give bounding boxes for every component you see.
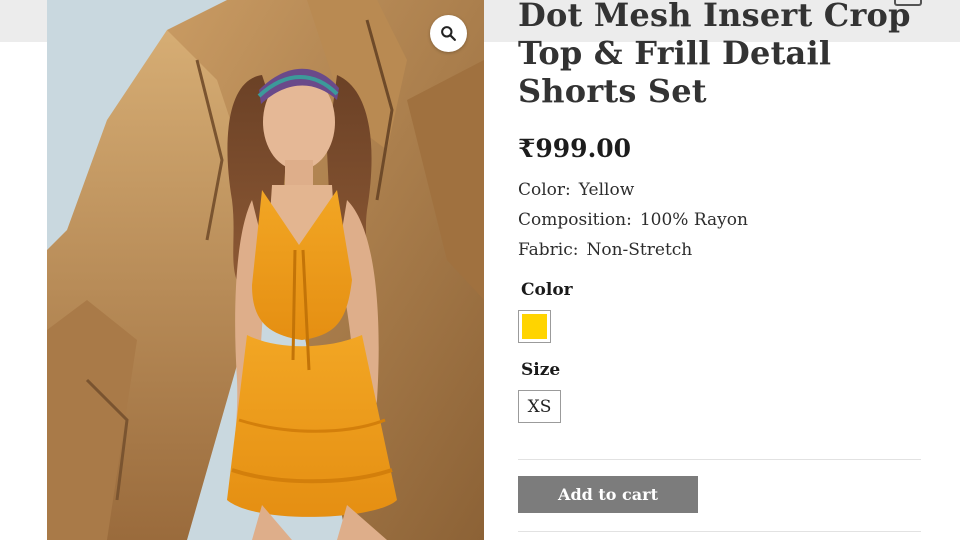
header-cart-icon[interactable]	[894, 0, 922, 6]
attribute-label: Color:	[518, 180, 571, 200]
product-title: Dot Mesh Insert Crop Top & Frill Detail …	[518, 0, 911, 110]
color-option-label: Color	[521, 280, 573, 300]
size-option-xs[interactable]: XS	[518, 390, 561, 423]
attribute-label: Fabric:	[518, 240, 579, 260]
swatch-fill	[522, 314, 547, 339]
attribute-value: Yellow	[578, 180, 635, 200]
product-photo-illustration	[47, 0, 484, 540]
color-swatch-yellow[interactable]	[518, 310, 551, 343]
product-image[interactable]	[47, 0, 484, 540]
attribute-fabric: Fabric: Non-Stretch	[518, 240, 692, 260]
size-option-label: Size	[521, 360, 561, 380]
zoom-button[interactable]	[430, 15, 467, 52]
attribute-label: Composition:	[518, 210, 632, 230]
divider	[518, 531, 921, 532]
attribute-value: Non-Stretch	[586, 240, 693, 260]
divider	[518, 459, 921, 460]
add-to-cart-button[interactable]: Add to cart	[518, 476, 698, 513]
attribute-color: Color: Yellow	[518, 180, 634, 200]
attribute-composition: Composition: 100% Rayon	[518, 210, 748, 230]
magnifier-icon	[441, 26, 456, 41]
product-price: ₹999.00	[518, 134, 632, 163]
attribute-value: 100% Rayon	[639, 210, 748, 230]
